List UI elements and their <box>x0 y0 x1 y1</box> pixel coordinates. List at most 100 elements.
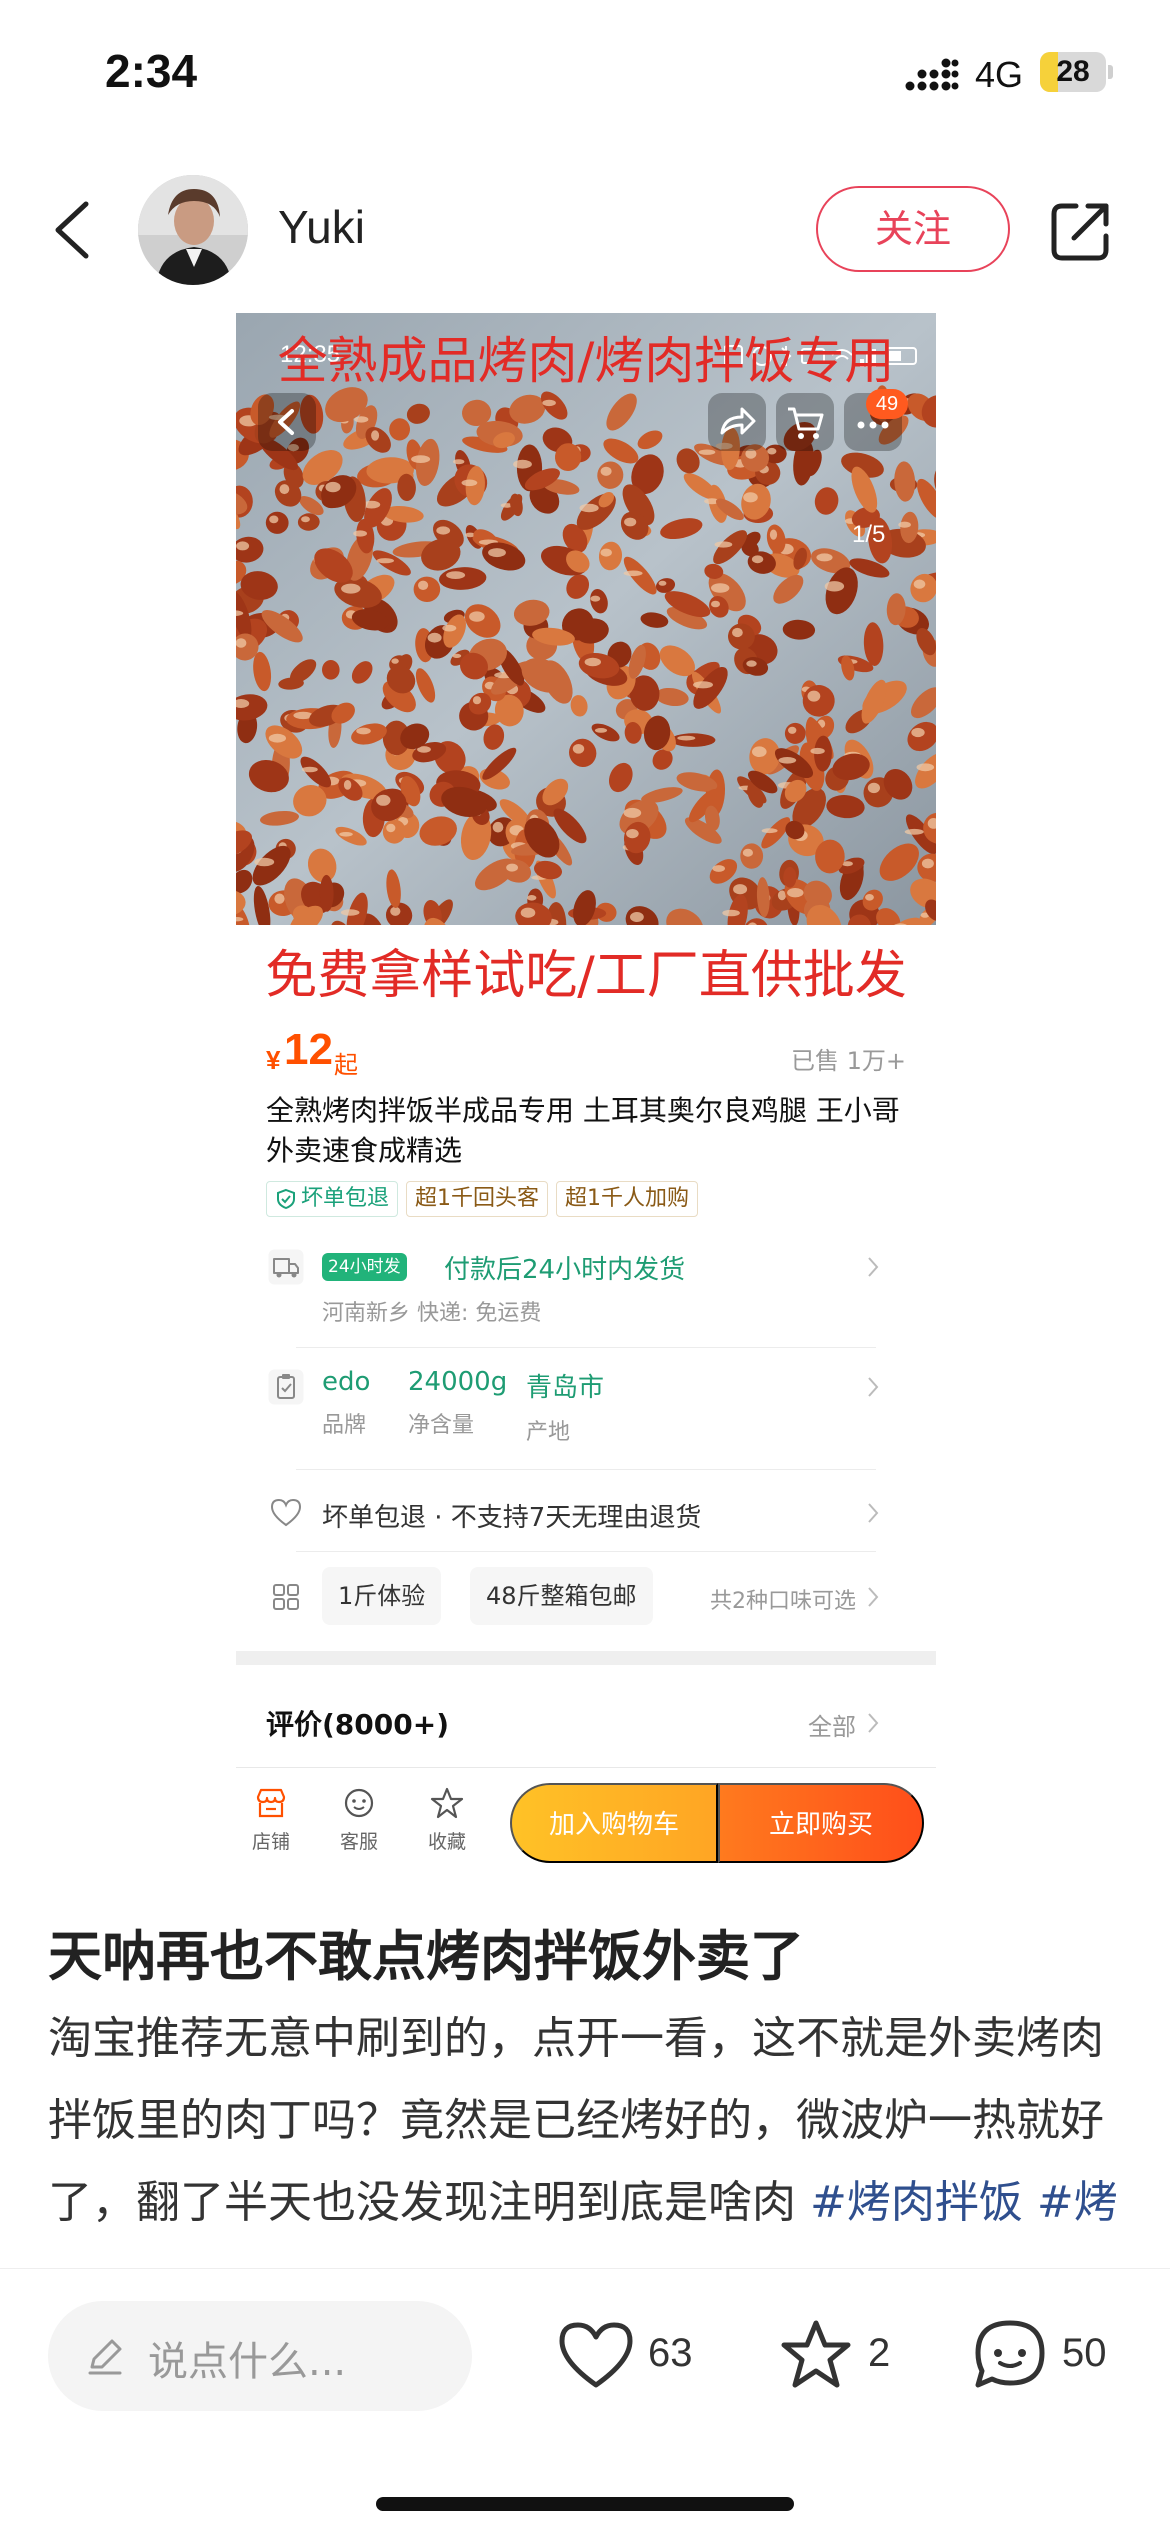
meat-highlight <box>913 579 926 589</box>
meat-highlight <box>376 558 394 564</box>
meat-highlight <box>600 548 612 557</box>
meat-highlight <box>590 595 601 602</box>
meat-highlight <box>630 912 644 922</box>
meat-highlight <box>446 571 466 579</box>
tag-label: 超1千回头客 <box>415 1186 540 1211</box>
tag-refund[interactable]: 坏单包退 <box>266 1181 399 1217</box>
tab-favorite[interactable]: 收藏 <box>412 1785 482 1854</box>
tag-added[interactable]: 超1千人加购 <box>556 1181 699 1217</box>
ship-text: 付款后24小时内发货 <box>444 1255 686 1285</box>
guarantee-row[interactable]: 坏单包退 · 不支持7天无理由退货 <box>266 1493 906 1537</box>
buy-now-button[interactable]: 立即购买 <box>718 1783 924 1863</box>
add-to-cart-button[interactable]: 加入购物车 <box>510 1783 718 1863</box>
pencil-icon <box>88 2339 122 2375</box>
meat-highlight <box>752 746 767 757</box>
author-name[interactable]: Yuki <box>278 200 365 254</box>
meat-highlight <box>824 581 845 592</box>
meat-highlight <box>572 744 585 754</box>
meat-highlight <box>623 570 643 577</box>
product-screenshot[interactable]: 12:35 全熟成品烤肉/烤肉拌饭专用 49 1/5 免费拿样试吃/工厂直供批发… <box>236 313 936 1865</box>
like-count: 63 <box>648 2331 693 2375</box>
meat-highlight <box>418 580 429 590</box>
ship-badge: 24小时发 <box>322 1253 407 1281</box>
guarantee-text: 坏单包退 · 不支持7天无理由退货 <box>322 1503 702 1533</box>
meat-highlight <box>732 627 743 638</box>
meat-highlight <box>341 583 361 594</box>
attr-brand: edo 品牌 <box>322 1367 370 1439</box>
meat-highlight <box>356 727 371 735</box>
clipboard-icon <box>268 1369 304 1405</box>
ship-sub: 河南新乡 快递: 免运费 <box>322 1301 542 1326</box>
meat-highlight <box>788 726 797 734</box>
avatar[interactable] <box>138 175 248 285</box>
promo-banner: 免费拿样试吃/工厂直供批发 <box>265 946 907 1006</box>
inner-share-button[interactable] <box>708 393 766 451</box>
reviews-all-link[interactable]: 全部 <box>808 1707 856 1742</box>
tab-label: 客服 <box>339 1831 378 1853</box>
meat-highlight <box>810 747 825 755</box>
meat-highlight <box>254 857 275 867</box>
follow-button[interactable]: 关注 <box>816 186 1010 272</box>
tab-label: 收藏 <box>427 1831 466 1853</box>
divider <box>296 1469 876 1470</box>
attr-weight: 24000g 净含量 <box>408 1367 507 1439</box>
share-icon[interactable] <box>1048 198 1114 264</box>
tab-service[interactable]: 客服 <box>324 1785 394 1854</box>
meat-highlight <box>761 828 778 834</box>
comment-input[interactable]: 说点什么... <box>48 2301 472 2411</box>
meat-highlight <box>452 653 462 658</box>
collect-count: 2 <box>868 2331 891 2375</box>
reviews-title: 评价(8000+) <box>266 1708 449 1741</box>
inner-back-button[interactable] <box>258 393 316 451</box>
attr-origin: 青岛市 产地 <box>526 1367 604 1446</box>
comment-count: 50 <box>1062 2331 1107 2375</box>
sold-count: 已售 1万+ <box>790 1047 906 1075</box>
meat-highlight <box>898 521 911 528</box>
meat-highlight <box>807 690 821 702</box>
meat-highlight <box>386 823 396 833</box>
meat-highlight <box>301 516 310 523</box>
option-chip[interactable]: 1斤体验 <box>322 1567 442 1625</box>
divider <box>296 1347 876 1348</box>
meat-highlight <box>911 727 925 738</box>
price-symbol: ¥ <box>266 1045 281 1075</box>
cart-badge: 49 <box>866 389 908 419</box>
tag-returning[interactable]: 超1千回头客 <box>406 1181 549 1217</box>
chat-bubble-icon <box>975 2320 1045 2388</box>
meat-highlight <box>658 580 667 586</box>
forward-icon <box>720 407 756 435</box>
meat-highlight <box>353 530 367 537</box>
attributes-row[interactable]: edo 品牌 24000g 净含量 青岛市 产地 <box>266 1367 906 1447</box>
meat-highlight <box>354 416 369 423</box>
meat-highlight <box>624 517 637 527</box>
product-title: 全熟烤肉拌饭半成品专用 土耳其奥尔良鸡腿 王小哥外卖速食成精选 <box>266 1094 900 1167</box>
meat-highlight <box>711 600 720 608</box>
home-indicator[interactable] <box>376 2497 794 2511</box>
shield-check-icon <box>277 1188 295 1210</box>
shipping-row[interactable]: 24小时发 付款后24小时内发货 河南新乡 快递: 免运费 <box>266 1245 906 1335</box>
attr-label: 产地 <box>526 1420 571 1445</box>
meat-highlight <box>371 430 380 441</box>
page-indicator: 1/5 <box>852 521 886 548</box>
attr-value: 青岛市 <box>526 1373 605 1403</box>
tab-store[interactable]: 店铺 <box>236 1785 306 1854</box>
meat-highlight <box>711 583 730 593</box>
meat-piece <box>670 733 716 747</box>
product-photo[interactable]: 12:35 全熟成品烤肉/烤肉拌饭专用 49 1/5 <box>236 313 936 925</box>
back-icon[interactable] <box>48 198 98 262</box>
reviews-row[interactable]: 评价(8000+) 全部 <box>266 1703 906 1743</box>
signal-icon <box>905 58 959 91</box>
hashtag-link[interactable]: #烤肉拌饭 <box>810 2177 1023 2228</box>
attr-value: 24000g <box>408 1367 508 1397</box>
star-icon <box>781 2320 851 2388</box>
inner-cart-button[interactable] <box>776 393 834 451</box>
avatar-image <box>138 175 248 285</box>
meat-highlight <box>269 515 279 524</box>
divider <box>236 1767 936 1768</box>
post-body[interactable]: 淘宝推荐无意中刷到的，点开一看，这不就是外卖烤肉拌饭里的肉丁吗？竟然是已经烤好的… <box>48 1998 1128 2260</box>
options-row[interactable]: 1斤体验 48斤整箱包邮 共2种口味可选 <box>266 1567 906 1627</box>
network-type: 4G <box>975 54 1024 95</box>
option-chip[interactable]: 48斤整箱包邮 <box>470 1567 653 1625</box>
meat-highlight <box>520 907 536 918</box>
bottom-action-bar: 说点什么... 63 2 50 <box>0 2268 1170 2532</box>
